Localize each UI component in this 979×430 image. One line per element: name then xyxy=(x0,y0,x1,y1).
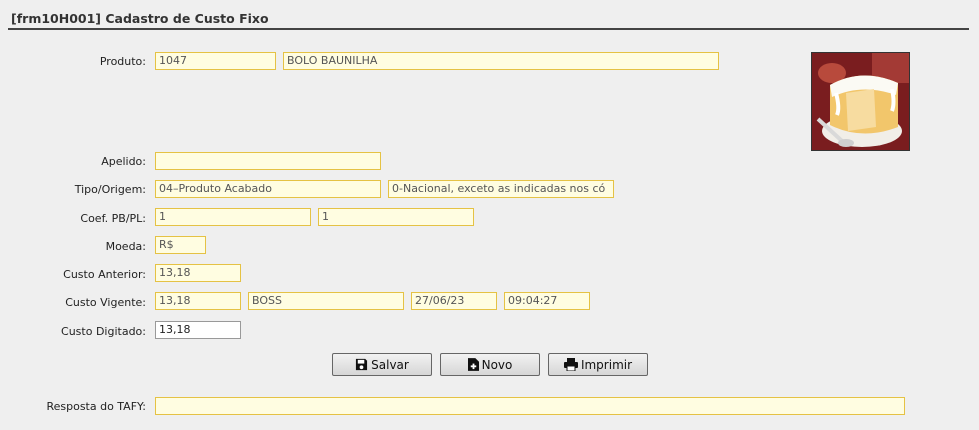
moeda-field[interactable]: R$ xyxy=(155,236,206,254)
produto-label: Produto: xyxy=(99,55,146,68)
moeda-label: Moeda: xyxy=(105,240,146,253)
coef-pl-field[interactable]: 1 xyxy=(318,208,474,226)
custo-digitado-input[interactable]: 13,18 xyxy=(155,321,241,339)
tipo-origem-label: Tipo/Origem: xyxy=(74,183,146,196)
print-button-label: Imprimir xyxy=(580,357,633,372)
origem-field[interactable]: 0-Nacional, exceto as indicadas nos có xyxy=(388,180,614,198)
product-photo xyxy=(811,52,910,151)
custo-anterior-field[interactable]: 13,18 xyxy=(155,264,241,282)
custo-vigente-user-field[interactable]: BOSS xyxy=(248,292,404,310)
save-button[interactable]: Salvar xyxy=(332,353,432,376)
coef-label: Coef. PB/PL: xyxy=(80,212,146,225)
save-icon xyxy=(355,358,368,371)
title-divider xyxy=(8,28,969,30)
resposta-tafy-field[interactable] xyxy=(155,397,905,415)
produto-code-field[interactable]: 1047 xyxy=(155,52,276,70)
printer-icon xyxy=(563,358,578,371)
custo-vigente-date-field[interactable]: 27/06/23 xyxy=(411,292,497,310)
produto-name-field[interactable]: BOLO BAUNILHA xyxy=(283,52,719,70)
custo-vigente-label: Custo Vigente: xyxy=(65,296,146,309)
save-button-label: Salvar xyxy=(371,357,409,372)
new-button-label: Novo xyxy=(481,357,513,372)
apelido-label: Apelido: xyxy=(101,155,146,168)
resposta-tafy-label: Resposta do TAFY: xyxy=(46,400,146,413)
coef-pb-field[interactable]: 1 xyxy=(155,208,311,226)
new-button[interactable]: Novo xyxy=(440,353,540,376)
new-document-icon xyxy=(467,358,479,371)
apelido-field[interactable] xyxy=(155,152,381,170)
tipo-field[interactable]: 04–Produto Acabado xyxy=(155,180,381,198)
page-title: [frm10H001] Cadastro de Custo Fixo xyxy=(11,11,269,26)
custo-digitado-label: Custo Digitado: xyxy=(61,325,146,338)
print-button[interactable]: Imprimir xyxy=(548,353,648,376)
custo-vigente-time-field[interactable]: 09:04:27 xyxy=(504,292,590,310)
custo-anterior-label: Custo Anterior: xyxy=(63,268,146,281)
custo-vigente-field[interactable]: 13,18 xyxy=(155,292,241,310)
